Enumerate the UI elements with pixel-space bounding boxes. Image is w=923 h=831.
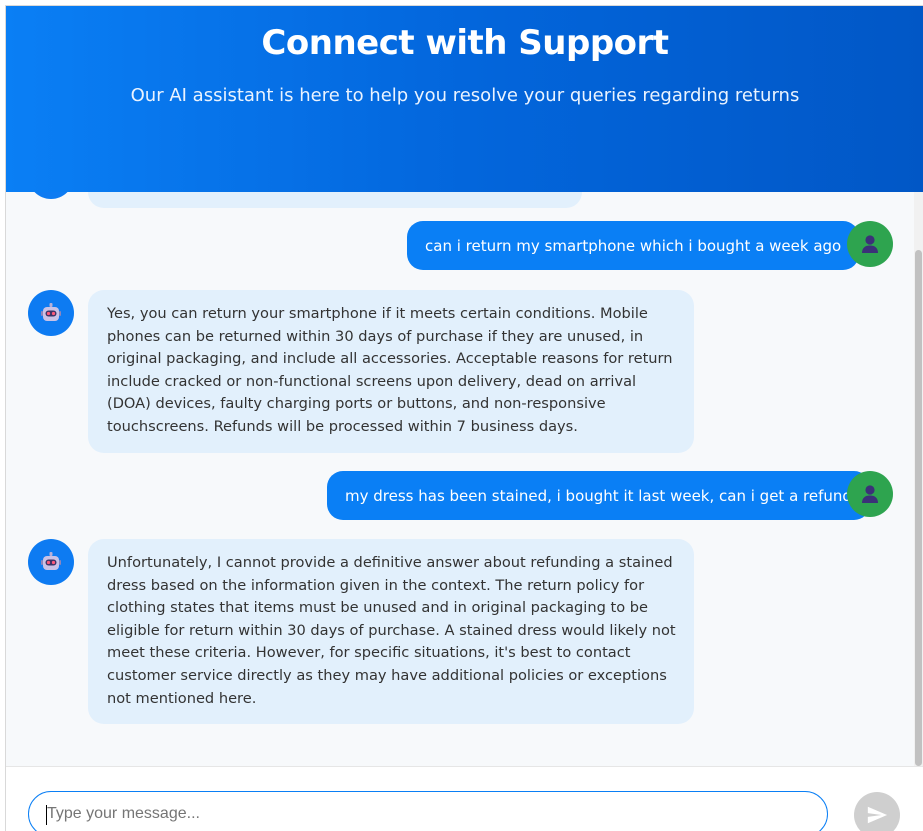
robot-icon xyxy=(41,303,61,321)
support-chat-window: Connect with Support Our AI assistant is… xyxy=(5,5,923,831)
bot-message-bubble: Yes, you can return your smartphone if i… xyxy=(88,290,694,453)
chat-header: Connect with Support Our AI assistant is… xyxy=(6,6,923,192)
robot-icon xyxy=(41,552,61,570)
user-avatar xyxy=(847,471,893,517)
send-button[interactable] xyxy=(854,792,900,831)
user-message-bubble: my dress has been stained, i bought it l… xyxy=(327,471,870,520)
message-input[interactable] xyxy=(28,791,828,831)
page-title: Connect with Support xyxy=(261,23,669,63)
chat-scrollbar[interactable] xyxy=(914,192,923,766)
bot-avatar xyxy=(28,192,74,199)
bot-message-bubble: Unfortunately, I cannot provide a defini… xyxy=(88,539,694,725)
scrollbar-thumb[interactable] xyxy=(915,250,922,766)
page-subtitle: Our AI assistant is here to help you res… xyxy=(130,85,800,106)
person-icon xyxy=(862,485,878,503)
message-composer xyxy=(6,766,923,831)
user-avatar xyxy=(847,221,893,267)
text-caret xyxy=(46,805,47,825)
message-list[interactable]: can i return my smartphone which i bough… xyxy=(6,192,923,766)
bot-avatar xyxy=(28,539,74,585)
bot-message-bubble xyxy=(88,192,582,208)
person-icon xyxy=(862,235,878,253)
user-message-bubble: can i return my smartphone which i bough… xyxy=(407,221,860,270)
send-icon xyxy=(867,806,888,824)
bot-avatar xyxy=(28,290,74,336)
